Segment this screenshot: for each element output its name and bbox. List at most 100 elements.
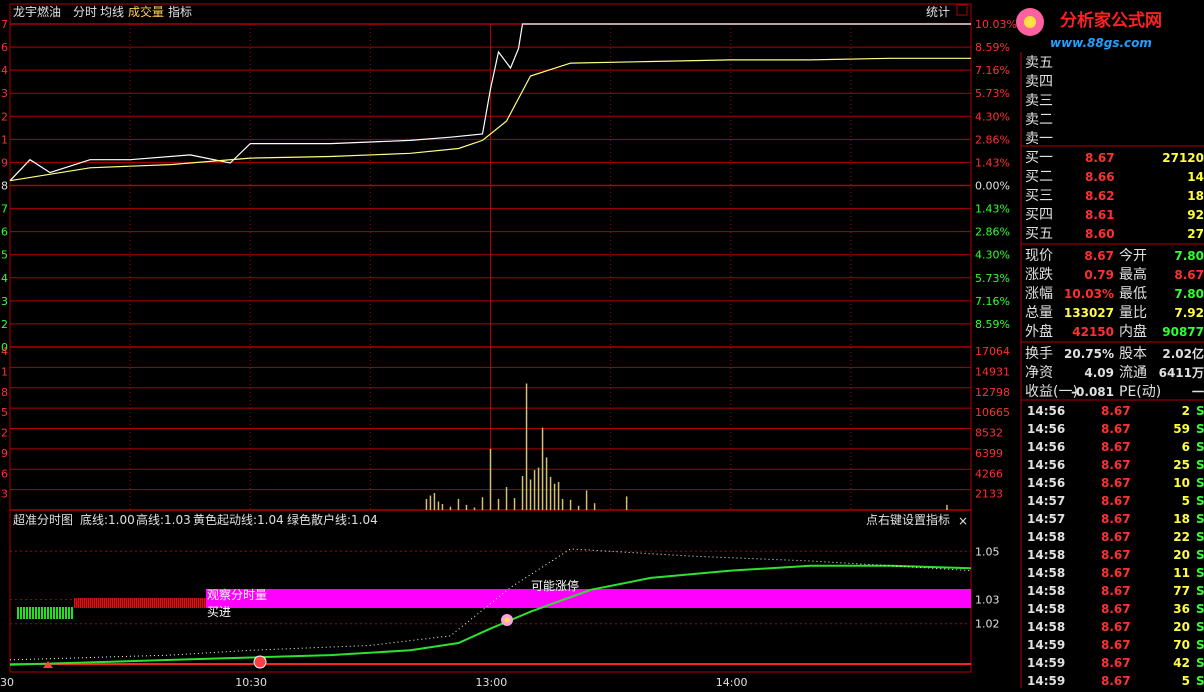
price-pct-tick: 2.86% [975,133,1010,146]
red-signal-bar [76,598,78,608]
quote-value: 0.79 [1084,268,1114,282]
quote-label: 今开 [1119,248,1147,264]
tick-price: 8.67 [1101,422,1131,436]
indicator-settings-hint[interactable]: 点右键设置指标 [866,512,950,527]
bid-label: 买一 [1025,150,1053,166]
quote-value: 42150 [1072,325,1114,339]
red-signal-bar [156,598,158,608]
quote-label: 涨幅 [1025,286,1053,302]
tick-price: 8.67 [1101,584,1131,598]
green-signal-bar [68,607,70,619]
fundamental-value: 20.75% [1064,347,1114,361]
fundamental-label: 换手 [1025,345,1053,362]
tick-time: 14:59 [1027,656,1065,670]
fundamental-value: -0.081 [1071,385,1114,399]
red-signal-bar [166,598,168,608]
flower-center-icon [1024,16,1036,28]
fundamental-value: 2.02亿 [1162,346,1204,361]
close-icon[interactable]: × [958,514,968,528]
tick-side: S [1196,440,1204,454]
price-left-tick: 2 [1,110,8,123]
price-pct-tick: 7.16% [975,64,1010,77]
bid-price: 8.61 [1085,208,1115,222]
ask-label: 卖五 [1025,55,1053,71]
fundamental-label: 流通 [1119,365,1147,381]
tab-indicator[interactable]: 指标 [168,4,192,19]
bid-volume: 92 [1187,208,1204,222]
tick-price: 8.67 [1101,512,1131,526]
red-signal-bar [158,598,160,608]
tick-side: S [1196,584,1204,598]
tab-volume[interactable]: 成交量 [128,4,164,19]
bid-price: 8.60 [1085,227,1115,241]
tick-side: S [1196,566,1204,580]
tick-price: 8.67 [1101,638,1131,652]
tick-time: 14:58 [1027,530,1065,544]
green-signal-bar [32,607,34,619]
red-signal-bar [82,598,84,608]
price-pct-tick: 4.30% [975,249,1010,262]
tab-avg-line[interactable]: 均线 [100,5,124,19]
price-pct-tick: 5.73% [975,87,1010,100]
red-signal-bar [78,598,80,608]
green-signal-bar [53,607,55,619]
tick-time: 14:59 [1027,638,1065,652]
tick-price: 8.67 [1101,404,1131,418]
green-signal-bar [59,607,61,619]
red-signal-bar [160,598,162,608]
green-signal-bar [62,607,64,619]
green-signal-bar [47,607,49,619]
red-signal-bar [118,598,120,608]
red-signal-bar [142,598,144,608]
tick-side: S [1196,530,1204,544]
observe-label: 观察分时量 [207,588,267,602]
bid-volume: 27120 [1162,151,1204,165]
red-signal-bar [170,598,172,608]
red-signal-bar [144,598,146,608]
price-pct-tick: 1.43% [975,203,1010,216]
green-signal-bar [29,607,31,619]
quote-label: 外盘 [1025,323,1053,340]
green-signal-bar [20,607,22,619]
magenta-signal-band [206,589,971,608]
red-signal-bar [134,598,136,608]
red-signal-bar [110,598,112,608]
quote-label: 涨跌 [1025,267,1053,283]
tick-side: S [1196,674,1204,688]
tick-volume: 20 [1173,620,1190,634]
tick-volume: 5 [1182,674,1190,688]
red-signal-bar [164,598,166,608]
stats-button[interactable]: 统计 [926,5,950,19]
red-signal-bar [190,598,192,608]
time-tick: 10:30 [235,676,267,688]
volume-left-tick: 1 [1,365,8,378]
red-signal-bar [130,598,132,608]
red-signal-bar [186,598,188,608]
tick-side: S [1196,512,1204,526]
red-signal-bar [192,598,194,608]
fundamental-label: PE(动) [1119,384,1161,400]
tab-timeshare[interactable]: 分时 [73,5,97,19]
red-signal-bar [114,598,116,608]
red-signal-bar [126,598,128,608]
stock-name: 龙宇燃油 [13,4,61,19]
red-signal-bar [90,598,92,608]
red-signal-bar [184,598,186,608]
red-signal-bar [120,598,122,608]
quote-value: 7.92 [1174,306,1204,320]
bid-price: 8.66 [1085,170,1115,184]
red-signal-bar [188,598,190,608]
tick-side: S [1196,620,1204,634]
fundamental-label: 股本 [1119,346,1147,362]
tick-time: 14:56 [1027,422,1065,436]
stock-chart-view[interactable]: 龙宇燃油 分时 均线 成交量 指标 统计 10.03% 8.59% 7.16% 5.7… [0,0,1204,689]
indicator-param-yellow: 黄色起动线:1.04 [193,513,284,527]
green-signal-bar [35,607,37,619]
red-signal-bar [116,598,118,608]
price-left-tick: 4 [1,272,8,285]
tick-volume: 18 [1173,512,1190,526]
tick-volume: 22 [1173,530,1190,544]
time-tick: 13:00 [476,676,508,688]
tick-volume: 70 [1173,638,1190,652]
tick-volume: 36 [1173,602,1190,616]
